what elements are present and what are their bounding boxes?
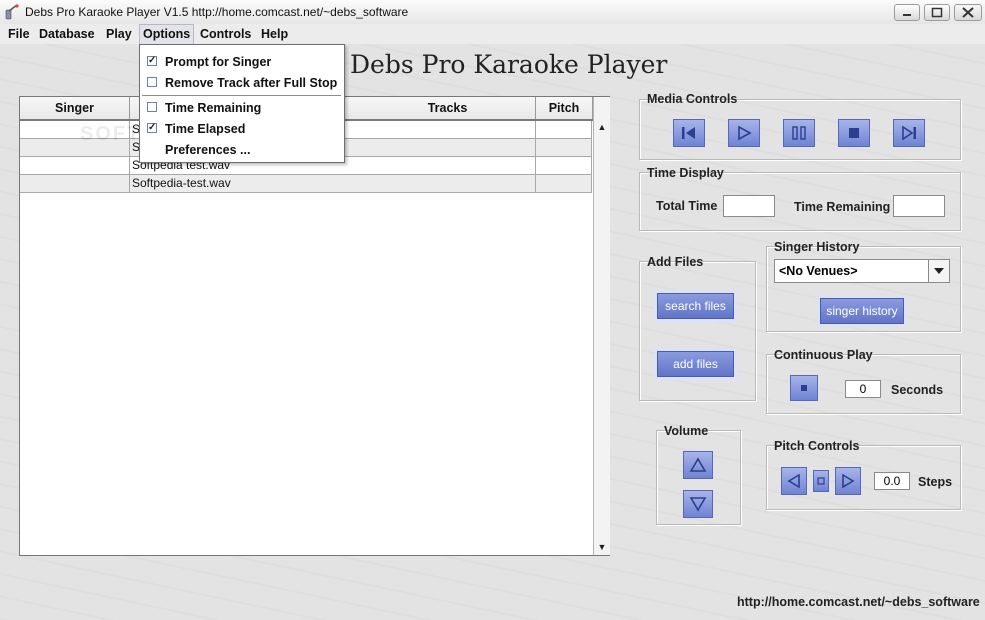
menu-item-label: Time Remaining xyxy=(165,101,262,115)
skip-back-icon xyxy=(682,127,695,139)
menu-item-time-remaining[interactable]: Time Remaining xyxy=(140,98,344,118)
checkbox-unchecked-icon xyxy=(147,102,157,112)
skip-forward-button[interactable] xyxy=(893,119,925,147)
continuous-play-seconds-field[interactable]: 0 xyxy=(845,380,881,398)
menu-play[interactable]: Play xyxy=(103,26,135,44)
venue-select-value: <No Venues> xyxy=(779,264,858,278)
title-bar: Debs Pro Karaoke Player V1.5 http://home… xyxy=(0,0,985,25)
triangle-left-icon xyxy=(787,473,800,489)
checkbox-checked-icon: ✓ xyxy=(147,55,157,66)
media-controls-title: Media Controls xyxy=(647,92,738,106)
app-icon xyxy=(5,4,19,20)
total-time-field[interactable] xyxy=(723,195,775,217)
column-pitch[interactable]: Pitch xyxy=(536,97,593,119)
minimize-button[interactable] xyxy=(894,4,920,21)
menu-separator xyxy=(142,95,341,96)
pitch-down-button[interactable] xyxy=(781,467,807,495)
menu-item-label: Remove Track after Full Stop xyxy=(165,76,338,90)
column-singer[interactable]: Singer xyxy=(20,97,130,119)
venue-select[interactable]: <No Venues> xyxy=(774,259,950,283)
singer-history-button[interactable]: singer history xyxy=(820,298,904,324)
search-files-button[interactable]: search files xyxy=(657,293,734,319)
total-time-label: Total Time xyxy=(656,199,718,213)
add-files-button[interactable]: add files xyxy=(657,351,734,377)
table-scrollbar[interactable]: ▲ ▼ xyxy=(593,97,610,555)
triangle-right-icon xyxy=(842,473,855,489)
menu-item-remove-track[interactable]: Remove Track after Full Stop xyxy=(140,73,344,93)
close-icon xyxy=(962,7,974,18)
checkbox-checked-icon: ✓ xyxy=(147,122,157,133)
triangle-down-icon xyxy=(689,497,707,512)
cell-track: Softpedia-test.wav xyxy=(130,175,536,192)
steps-label: Steps xyxy=(918,475,953,489)
cell-pitch xyxy=(536,157,592,174)
menu-controls[interactable]: Controls xyxy=(197,26,254,44)
play-button[interactable] xyxy=(728,119,760,147)
table-row[interactable]: Softpedia-test.wav xyxy=(20,175,592,193)
seconds-label: Seconds xyxy=(891,383,944,397)
chevron-down-icon[interactable] xyxy=(928,260,949,282)
menu-bar: File Database Play Options Controls Help xyxy=(0,24,985,47)
window-title: Debs Pro Karaoke Player V1.5 http://home… xyxy=(25,5,409,19)
volume-title: Volume xyxy=(664,424,709,438)
reset-square-icon xyxy=(817,477,825,485)
pause-button[interactable] xyxy=(783,119,815,147)
close-button[interactable] xyxy=(954,4,982,21)
volume-down-button[interactable] xyxy=(683,490,713,518)
menu-item-prompt-for-singer[interactable]: ✓ Prompt for Singer xyxy=(140,52,344,72)
menu-item-preferences[interactable]: Preferences ... xyxy=(140,140,344,160)
singer-history-title: Singer History xyxy=(774,240,860,254)
scroll-down-icon[interactable]: ▼ xyxy=(596,541,608,553)
continuous-play-title: Continuous Play xyxy=(774,348,873,362)
minimize-icon xyxy=(903,14,911,16)
menu-item-label: Time Elapsed xyxy=(165,122,246,136)
pitch-up-button[interactable] xyxy=(835,467,861,495)
toggle-square-icon xyxy=(801,385,807,391)
cell-pitch xyxy=(536,175,592,192)
stop-button[interactable] xyxy=(838,119,870,147)
cell-singer xyxy=(20,157,130,174)
cell-pitch xyxy=(536,139,592,156)
menu-help[interactable]: Help xyxy=(258,26,291,44)
menu-item-label: Prompt for Singer xyxy=(165,55,272,69)
continuous-play-toggle[interactable] xyxy=(790,375,818,401)
volume-up-button[interactable] xyxy=(683,451,713,479)
scroll-up-icon[interactable]: ▲ xyxy=(596,121,608,133)
cell-singer xyxy=(20,175,130,192)
pitch-reset-button[interactable] xyxy=(813,470,829,492)
triangle-up-icon xyxy=(689,457,707,472)
app-heading: Debs Pro Karaoke Player xyxy=(350,50,668,79)
skip-back-button[interactable] xyxy=(673,119,705,147)
menu-item-label: Preferences ... xyxy=(165,143,251,157)
track-table: Singer Tracks Pitch S S Softpedia test.w… xyxy=(19,96,610,556)
add-files-title: Add Files xyxy=(647,255,704,269)
pitch-controls-title: Pitch Controls xyxy=(774,439,860,453)
add-files-group xyxy=(639,261,756,401)
maximize-icon xyxy=(931,7,943,18)
options-dropdown: ✓ Prompt for Singer Remove Track after F… xyxy=(139,44,345,163)
menu-database[interactable]: Database xyxy=(36,26,98,44)
time-remaining-label: Time Remaining xyxy=(794,200,891,214)
maximize-button[interactable] xyxy=(924,4,950,21)
time-display-title: Time Display xyxy=(647,166,724,180)
checkbox-unchecked-icon xyxy=(147,77,157,87)
pause-icon xyxy=(792,126,806,140)
skip-forward-icon xyxy=(902,125,916,141)
play-icon xyxy=(738,125,752,141)
stop-icon xyxy=(849,128,859,138)
cell-pitch xyxy=(536,121,592,138)
time-remaining-field[interactable] xyxy=(893,195,945,217)
menu-item-time-elapsed[interactable]: ✓ Time Elapsed xyxy=(140,119,344,139)
pitch-steps-field[interactable]: 0.0 xyxy=(874,472,910,490)
footer-url[interactable]: http://home.comcast.net/~debs_software xyxy=(737,595,980,609)
menu-file[interactable]: File xyxy=(5,26,33,44)
